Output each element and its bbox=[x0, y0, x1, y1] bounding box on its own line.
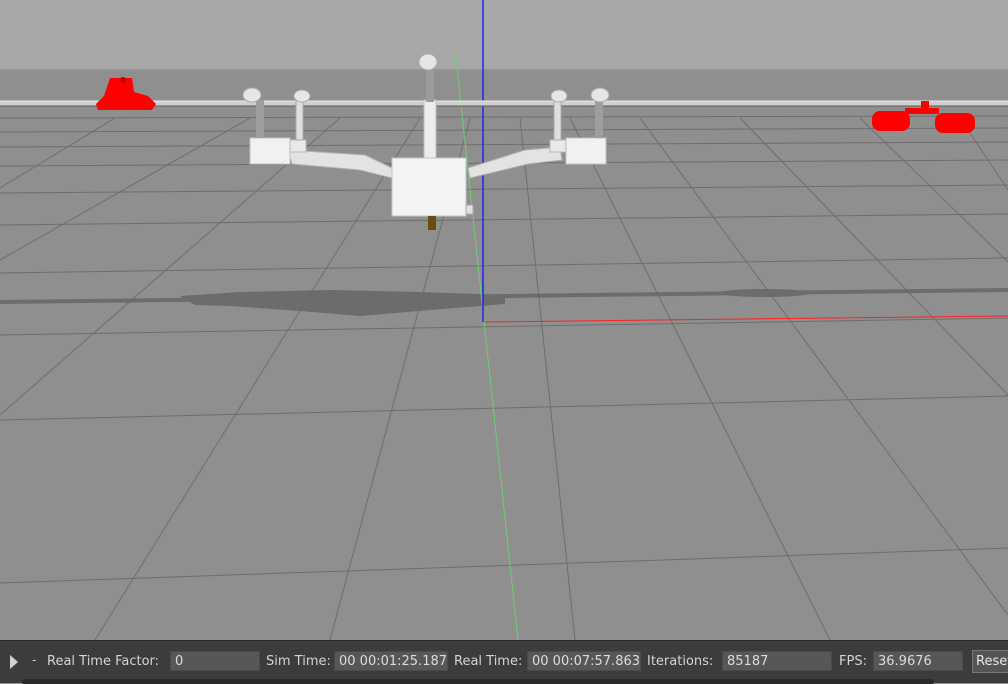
horizontal-scrollbar[interactable] bbox=[22, 679, 934, 684]
ground-plane bbox=[0, 69, 1008, 640]
status-bar: - Real Time Factor: 0 Sim Time: 00 00:01… bbox=[0, 640, 1008, 684]
iterations-field: 85187 bbox=[722, 651, 832, 671]
real-time-label: Real Time: bbox=[454, 654, 523, 669]
scene-canvas[interactable] bbox=[0, 0, 1008, 640]
real-time-field: 00 00:07:57.863 bbox=[527, 651, 641, 671]
fps-field: 36.9676 bbox=[873, 651, 963, 671]
sky-background bbox=[0, 0, 1008, 70]
play-icon[interactable] bbox=[6, 652, 22, 672]
sim-time-field: 00 00:01:25.187 bbox=[334, 651, 448, 671]
step-button[interactable]: - bbox=[32, 653, 36, 667]
iterations-label: Iterations: bbox=[647, 654, 714, 669]
real-time-factor-field: 0 bbox=[170, 651, 260, 671]
real-time-factor-label: Real Time Factor: bbox=[47, 654, 160, 669]
fps-label: FPS: bbox=[839, 654, 867, 669]
reset-button[interactable]: Reset bbox=[972, 650, 1008, 673]
sim-time-label: Sim Time: bbox=[266, 654, 331, 669]
3d-viewport[interactable] bbox=[0, 0, 1008, 640]
